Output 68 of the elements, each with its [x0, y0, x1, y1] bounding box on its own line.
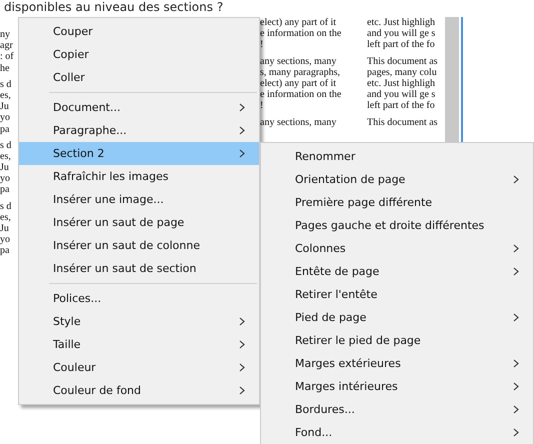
- document-text: e information on the: [260, 89, 342, 100]
- heading-text: disponibles au niveau des sections ?: [3, 0, 224, 15]
- document-text: and you will ge s: [367, 28, 436, 40]
- menu-item[interactable]: Pied de page: [261, 306, 533, 329]
- document-text: he: [0, 62, 10, 74]
- menu-item[interactable]: Copier: [19, 43, 259, 66]
- menu-item[interactable]: Orientation de page: [261, 168, 533, 191]
- menu-item[interactable]: Document...: [19, 96, 259, 119]
- menu-item[interactable]: Section 2: [19, 142, 259, 165]
- document-text: pa: [0, 245, 10, 257]
- document-text: Ju: [0, 101, 9, 112]
- document-text: elect) any part of it: [260, 17, 336, 28]
- document-text: : of: [0, 51, 14, 63]
- menu-item[interactable]: Insérer un saut de colonne: [19, 234, 259, 257]
- menu-item[interactable]: Insérer une image...: [19, 188, 259, 211]
- menu-item[interactable]: Renommer: [261, 145, 533, 168]
- document-text: and you will ge s: [367, 89, 436, 100]
- menu-item[interactable]: Coller: [19, 66, 259, 89]
- document-text: es,: [0, 150, 11, 162]
- scrollbar[interactable]: [445, 17, 459, 142]
- document-text: yo: [0, 234, 10, 246]
- menu-item[interactable]: Fond...: [261, 421, 533, 444]
- document-text: !: [260, 39, 264, 51]
- menu-item[interactable]: Pages gauche et droite différentes: [261, 214, 533, 237]
- document-text: agr: [0, 40, 13, 52]
- document-text: This document as: [367, 56, 438, 67]
- document-text: Ju: [0, 223, 9, 234]
- menu-item[interactable]: Retirer l'entête: [261, 283, 533, 306]
- document-text: yo: [0, 173, 10, 184]
- document-text: any sections, many: [260, 56, 336, 67]
- document-text: etc. Just highligh: [367, 17, 436, 28]
- document-text: elect) any part of it: [260, 78, 336, 90]
- document-text: !: [260, 100, 264, 112]
- document-text: s, many paragraphs,: [260, 66, 340, 78]
- document-text: left part of the fo: [367, 100, 435, 112]
- document-text: s d: [0, 200, 12, 212]
- menu-item[interactable]: Première page différente: [261, 191, 533, 214]
- menu-item[interactable]: Insérer un saut de page: [19, 211, 259, 234]
- document-text: pa: [0, 124, 10, 135]
- document-text: pa: [0, 184, 10, 196]
- document-text: left part of the fo: [367, 39, 435, 51]
- document-text: e information on the: [260, 28, 342, 40]
- menu-item[interactable]: Marges extérieures: [261, 352, 533, 375]
- document-text: This document as: [367, 116, 438, 128]
- document-text: s d: [0, 78, 12, 90]
- document-text: any sections, many: [260, 116, 336, 128]
- menu-item[interactable]: Couleur: [19, 356, 259, 379]
- menu-item[interactable]: Couper: [19, 20, 259, 43]
- document-text: s d: [0, 140, 12, 151]
- menu-item[interactable]: Polices...: [19, 287, 259, 310]
- menu-item[interactable]: Marges intérieures: [261, 375, 533, 398]
- menu-item[interactable]: Entête de page: [261, 260, 533, 283]
- menu-item[interactable]: Taille: [19, 333, 259, 356]
- document-text: yo: [0, 112, 10, 124]
- document-text: ny: [0, 29, 10, 40]
- menu-item[interactable]: Style: [19, 310, 259, 333]
- menu-item[interactable]: Colonnes: [261, 237, 533, 260]
- document-text: etc. Just highligh: [367, 78, 436, 90]
- menu-item[interactable]: Retirer le pied de page: [261, 329, 533, 352]
- menu-item[interactable]: Paragraphe...: [19, 119, 259, 142]
- menu-item[interactable]: Bordures...: [261, 398, 533, 421]
- menu-item[interactable]: Couleur de fond: [19, 379, 259, 402]
- document-text: pages, many colu: [367, 66, 437, 78]
- menu-item[interactable]: Rafraîchir les images: [19, 165, 259, 188]
- document-text: es,: [0, 212, 11, 223]
- document-text: Ju: [0, 162, 9, 174]
- document-text: es,: [0, 90, 11, 102]
- menu-item[interactable]: Insérer un saut de section: [19, 257, 259, 280]
